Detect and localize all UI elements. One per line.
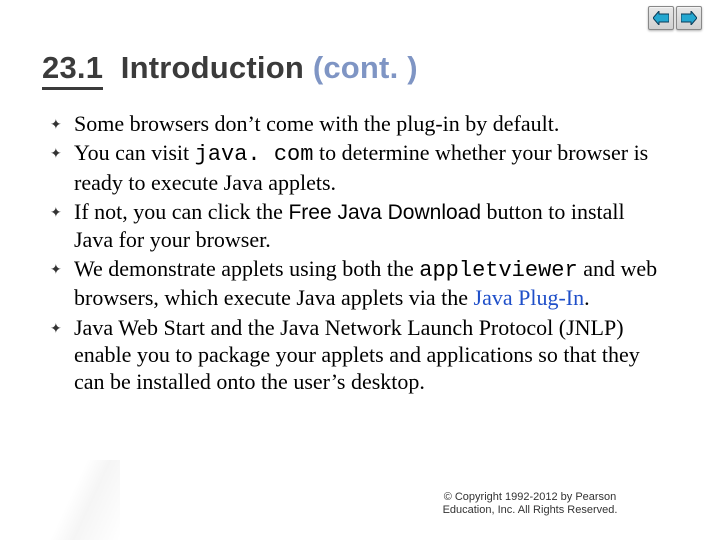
list-item-text: Java Web Start and the Java Network Laun…: [74, 314, 660, 396]
arrow-left-icon: [653, 11, 669, 25]
text-run: You can visit: [74, 140, 195, 165]
bullet-list: ✦ Some browsers don’t come with the plug…: [50, 110, 660, 397]
list-item: ✦ We demonstrate applets using both the …: [50, 255, 660, 312]
bullet-icon: ✦: [50, 255, 74, 312]
next-button[interactable]: [676, 6, 702, 30]
bullet-icon: ✦: [50, 314, 74, 396]
list-item-text: You can visit java. com to determine whe…: [74, 139, 660, 196]
copyright-footer: © Copyright 1992-2012 by Pearson Educati…: [380, 491, 680, 519]
list-item: ✦ If not, you can click the Free Java Do…: [50, 198, 660, 253]
title-number: 23.1: [42, 50, 103, 85]
list-item-text: Some browsers don’t come with the plug-i…: [74, 110, 660, 137]
list-item: ✦ You can visit java. com to determine w…: [50, 139, 660, 196]
title-heading: Introduction: [121, 50, 304, 85]
list-item: ✦ Java Web Start and the Java Network La…: [50, 314, 660, 396]
text-run: Java Web Start and the Java Network Laun…: [74, 315, 640, 395]
text-run: Some browsers don’t come with the plug-i…: [74, 111, 559, 136]
footer-line: © Copyright 1992-2012 by Pearson: [444, 491, 617, 503]
list-item-text: If not, you can click the Free Java Down…: [74, 198, 660, 253]
prev-button[interactable]: [648, 6, 674, 30]
bullet-icon: ✦: [50, 139, 74, 196]
bullet-icon: ✦: [50, 110, 74, 137]
corner-shadow-decoration: [0, 460, 120, 540]
link-run: Java Plug-In: [474, 285, 585, 310]
list-item-text: We demonstrate applets using both the ap…: [74, 255, 660, 312]
text-run: If not, you can click the: [74, 199, 288, 224]
bullet-icon: ✦: [50, 198, 74, 253]
code-run: appletviewer: [419, 258, 577, 283]
title-cont: (cont. ): [313, 50, 418, 85]
nav-buttons: [648, 6, 702, 30]
arrow-right-icon: [681, 11, 697, 25]
slide-title: 23.1 Introduction (cont. ): [42, 50, 418, 90]
text-run: .: [584, 285, 590, 310]
code-run: java. com: [195, 142, 314, 167]
slide: 23.1 Introduction (cont. ) ✦ Some browse…: [0, 0, 720, 540]
list-item: ✦ Some browsers don’t come with the plug…: [50, 110, 660, 137]
text-run: We demonstrate applets using both the: [74, 256, 419, 281]
footer-line: Education, Inc. All Rights Reserved.: [443, 504, 618, 516]
ui-label-run: Free Java Download: [288, 201, 481, 224]
